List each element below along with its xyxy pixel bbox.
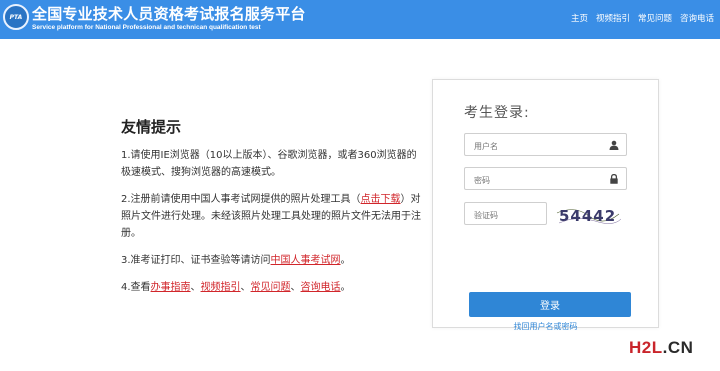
h2l-watermark: H2L.CN — [629, 338, 693, 358]
hotline-link[interactable]: 咨询电话 — [301, 282, 341, 293]
top-nav: 主页 视频指引 常见问题 咨询电话 — [571, 12, 714, 24]
logo-text: PTA — [9, 13, 23, 21]
tip-1: 1.请使用IE浏览器（10以上版本）、谷歌浏览器，或者360浏览器的极速模式、搜… — [121, 150, 417, 178]
download-tool-link[interactable]: 点击下载 — [361, 194, 401, 205]
top-header: PTA 全国专业技术人员资格考试报名服务平台 Service platform … — [0, 0, 720, 39]
tip-3-text-a: 3.准考证打印、证书查验等请访问 — [121, 255, 271, 266]
nav-home[interactable]: 主页 — [571, 12, 588, 24]
password-field[interactable] — [464, 167, 627, 191]
nav-faq[interactable]: 常见问题 — [638, 12, 672, 24]
watermark-text-a: H2L — [629, 338, 663, 357]
captcha-code: 54442 — [559, 207, 616, 225]
tip-4-sep: 、 — [290, 282, 301, 293]
watermark-text-b: .CN — [662, 338, 694, 357]
username-field[interactable] — [464, 133, 627, 157]
tips-panel: 友情提示 1.请使用IE浏览器（10以上版本）、谷歌浏览器，或者360浏览器的极… — [121, 116, 421, 306]
user-icon — [609, 140, 619, 150]
video-guide-link[interactable]: 视频指引 — [201, 282, 241, 293]
captcha-field[interactable] — [464, 202, 547, 226]
tips-title: 友情提示 — [121, 118, 182, 136]
tip-4: 4.查看办事指南、视频指引、常见问题、咨询电话。 — [121, 279, 421, 296]
nav-hotline[interactable]: 咨询电话 — [680, 12, 714, 24]
site-subtitle: Service platform for National Profession… — [32, 24, 261, 31]
nav-video-guide[interactable]: 视频指引 — [596, 12, 630, 24]
tip-2-text-a: 2.注册前请使用中国人事考试网提供的照片处理工具（ — [121, 194, 361, 205]
faq-link[interactable]: 常见问题 — [251, 282, 291, 293]
captcha-input[interactable] — [465, 205, 546, 226]
tip-2: 2.注册前请使用中国人事考试网提供的照片处理工具（点击下载）对照片文件进行处理。… — [121, 191, 421, 242]
tip-3-text-b: 。 — [340, 255, 351, 266]
tip-3: 3.准考证打印、证书查验等请访问中国人事考试网。 — [121, 252, 421, 269]
forgot-credentials-link[interactable]: 找回用户名或密码 — [433, 321, 658, 332]
cpta-site-link[interactable]: 中国人事考试网 — [271, 255, 341, 266]
login-title: 考生登录: — [464, 105, 530, 121]
pta-logo[interactable]: PTA — [3, 4, 29, 30]
tip-4-sep: 、 — [240, 282, 251, 293]
tip-4-sep: 、 — [190, 282, 201, 293]
tip-4-text-a: 4.查看 — [121, 282, 151, 293]
login-box: 考生登录: 54442 登录 找回用户名或密码 — [432, 79, 659, 331]
password-input[interactable] — [465, 170, 626, 191]
captcha-image[interactable]: 54442 — [555, 203, 621, 227]
guide-link[interactable]: 办事指南 — [151, 282, 191, 293]
tip-4-text-b: 。 — [340, 282, 351, 293]
lock-icon — [610, 174, 618, 184]
username-input[interactable] — [465, 136, 626, 157]
login-button[interactable]: 登录 — [469, 292, 631, 317]
site-title: 全国专业技术人员资格考试报名服务平台 — [32, 5, 306, 23]
